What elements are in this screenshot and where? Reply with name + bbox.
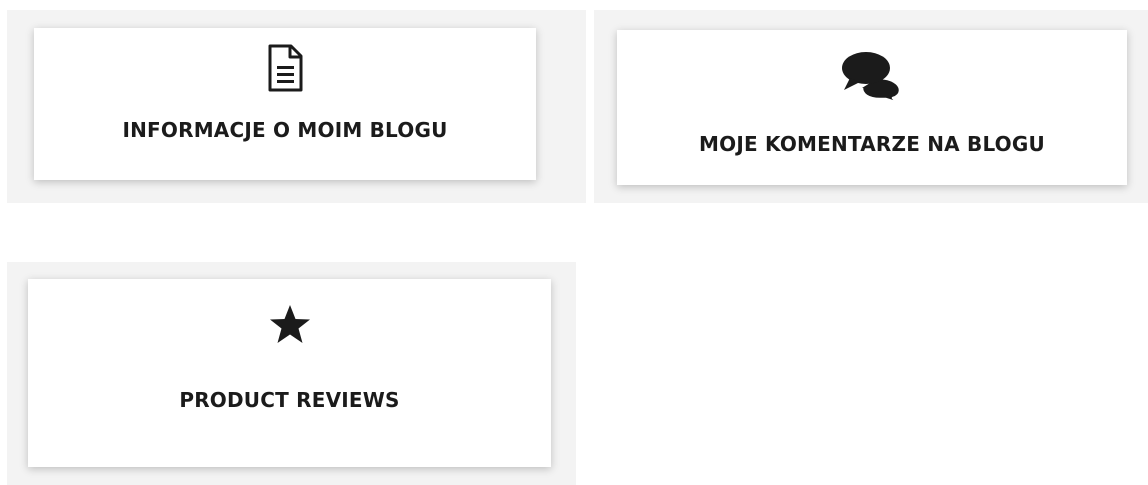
blog-info-card[interactable]: INFORMACJE O MOIM BLOGU — [34, 28, 536, 180]
star-icon — [268, 305, 312, 345]
document-icon — [267, 44, 303, 92]
product-reviews-card[interactable]: PRODUCT REVIEWS — [28, 279, 551, 467]
blog-comments-label: MOJE KOMENTARZE NA BLOGU — [699, 132, 1045, 156]
product-reviews-label: PRODUCT REVIEWS — [179, 388, 400, 412]
comments-icon — [840, 52, 904, 102]
blog-comments-card[interactable]: MOJE KOMENTARZE NA BLOGU — [617, 30, 1127, 185]
blog-info-label: INFORMACJE O MOIM BLOGU — [122, 118, 448, 142]
